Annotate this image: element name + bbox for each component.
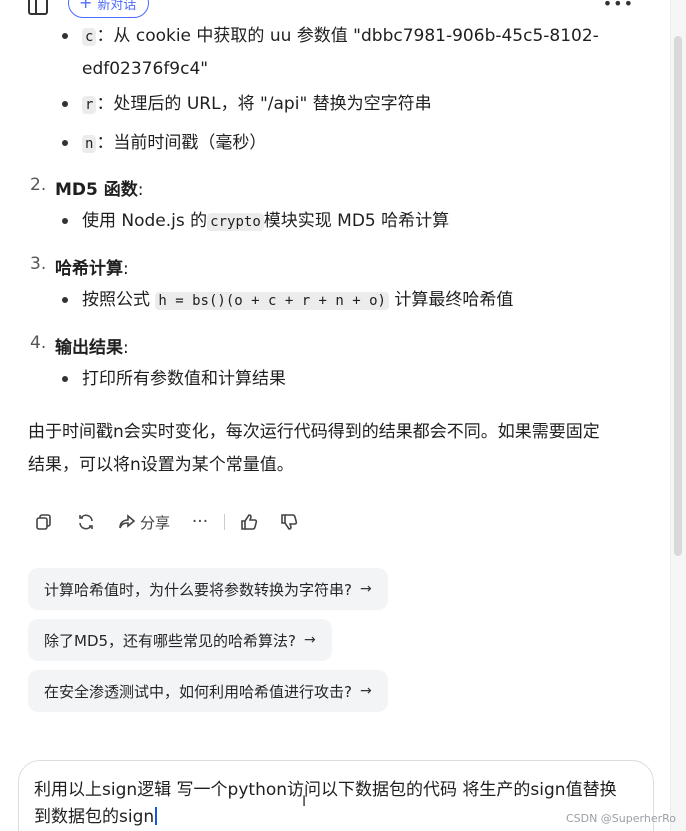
bullet-dot	[62, 297, 68, 303]
step-heading: MD5 函数:	[55, 175, 144, 200]
step-number: 2.	[30, 175, 47, 195]
step-detail-text: 计算最终哈希值	[388, 290, 514, 310]
step-colon: :	[123, 338, 129, 358]
suggestion-text: 在安全渗透测试中，如何利用哈希值进行攻击?	[44, 682, 352, 701]
message-input[interactable]: 利用以上sign逻辑 写一个python访问以下数据包的代码 将生产的sign值…	[18, 760, 654, 831]
step-detail: 打印所有参数值和计算结果	[82, 369, 286, 389]
input-line: 到数据包的sign	[34, 807, 155, 827]
new-chat-label: 新对话	[97, 0, 137, 13]
text-caret	[155, 807, 158, 825]
step-title: 输出结果	[55, 338, 123, 358]
param-n-text: ：当前时间戳（毫秒）	[96, 133, 267, 153]
step-number: 3.	[30, 254, 47, 274]
watermark: CSDN @SuperherRo	[565, 812, 676, 825]
step-heading: 输出结果:	[55, 333, 129, 358]
suggestion-chip[interactable]: 除了MD5，还有哪些常见的哈希算法? →	[28, 619, 332, 661]
inline-code: crypto	[207, 213, 264, 231]
scrollbar[interactable]	[670, 0, 686, 831]
chat-page: + 新对话 ••• c ：从 cookie 中获取的 uu 参数值 "dbbc79…	[0, 0, 686, 831]
step-heading: 哈希计算:	[55, 254, 129, 279]
step-detail: 使用 Node.js 的 crypto 模块实现 MD5 哈希计算	[82, 205, 449, 238]
summary-line: 结果，可以将n设置为某个常量值。	[28, 455, 294, 475]
param-r-text: ：处理后的 URL，将 "/api" 替换为空字符串	[96, 94, 432, 114]
param-r-item: r ：处理后的 URL，将 "/api" 替换为空字符串	[82, 88, 432, 121]
summary-line: 由于时间戳n会实时变化，每次运行代码得到的结果都会不同。如果需要固定	[28, 422, 600, 442]
suggestion-chip[interactable]: 在安全渗透测试中，如何利用哈希值进行攻击? →	[28, 670, 388, 712]
new-chat-button[interactable]: + 新对话	[68, 0, 150, 18]
step-detail-text: 使用 Node.js 的	[82, 211, 208, 231]
message-input-text[interactable]: 利用以上sign逻辑 写一个python访问以下数据包的代码 将生产的sign值…	[34, 777, 644, 831]
regenerate-icon[interactable]	[72, 508, 100, 536]
bullet-dot	[62, 376, 68, 382]
share-label: 分享	[140, 513, 171, 532]
param-n-item: n ：当前时间戳（毫秒）	[82, 127, 266, 160]
bullet-dot	[62, 218, 68, 224]
plus-icon: +	[79, 0, 93, 12]
step-detail-text: 模块实现 MD5 哈希计算	[263, 211, 450, 231]
thumbs-down-icon[interactable]	[275, 508, 303, 536]
suggestion-chip[interactable]: 计算哈希值时，为什么要将参数转换为字符串? →	[28, 568, 388, 610]
param-n-key: n	[82, 135, 97, 153]
message-actions: 分享 ···	[30, 508, 303, 536]
param-c-text-continued: edf02376f9c4"	[82, 59, 209, 79]
sidebar-toggle-icon[interactable]	[28, 0, 48, 15]
step-number: 4.	[30, 333, 47, 353]
suggestion-text: 除了MD5，还有哪些常见的哈希算法?	[44, 631, 296, 650]
more-options-icon[interactable]: •••	[603, 0, 634, 13]
arrow-right-icon: →	[359, 581, 372, 597]
step-colon: :	[137, 180, 144, 200]
bullet-dot	[62, 33, 68, 39]
bullet-dot	[62, 101, 68, 107]
step-colon: :	[123, 259, 129, 279]
thumbs-up-icon[interactable]	[235, 508, 263, 536]
copy-icon[interactable]	[30, 508, 58, 536]
ibeam-cursor-icon: I	[302, 794, 307, 810]
scrollbar-thumb[interactable]	[674, 36, 682, 556]
suggestion-text: 计算哈希值时，为什么要将参数转换为字符串?	[44, 580, 352, 599]
arrow-right-icon: →	[304, 632, 316, 648]
summary-paragraph: 由于时间戳n会实时变化，每次运行代码得到的结果都会不同。如果需要固定 结果，可以…	[28, 416, 648, 482]
param-c-item: c ：从 cookie 中获取的 uu 参数值 "dbbc7981-906b-45…	[82, 20, 599, 53]
inline-code: h = bs()(o + c + r + n + o)	[155, 292, 389, 310]
more-icon[interactable]: ···	[186, 508, 214, 536]
share-icon	[119, 514, 136, 529]
divider	[224, 514, 226, 530]
share-button[interactable]: 分享	[114, 508, 174, 536]
step-detail-text: 按照公式	[82, 290, 156, 310]
param-c-text: ：从 cookie 中获取的 uu 参数值 "dbbc7981-906b-45c…	[96, 26, 599, 46]
step-detail: 按照公式 h = bs()(o + c + r + n + o) 计算最终哈希值	[82, 284, 513, 317]
step-title: 哈希计算	[55, 259, 123, 279]
input-line: 利用以上sign逻辑 写一个python访问以下数据包的代码 将生产的sign值…	[34, 780, 617, 800]
top-bar: + 新对话 •••	[0, 0, 670, 18]
step-title: MD5 函数	[55, 180, 138, 200]
bullet-dot	[62, 140, 68, 146]
arrow-right-icon: →	[359, 683, 372, 699]
param-r-key: r	[82, 96, 97, 114]
param-c-key: c	[82, 28, 97, 46]
